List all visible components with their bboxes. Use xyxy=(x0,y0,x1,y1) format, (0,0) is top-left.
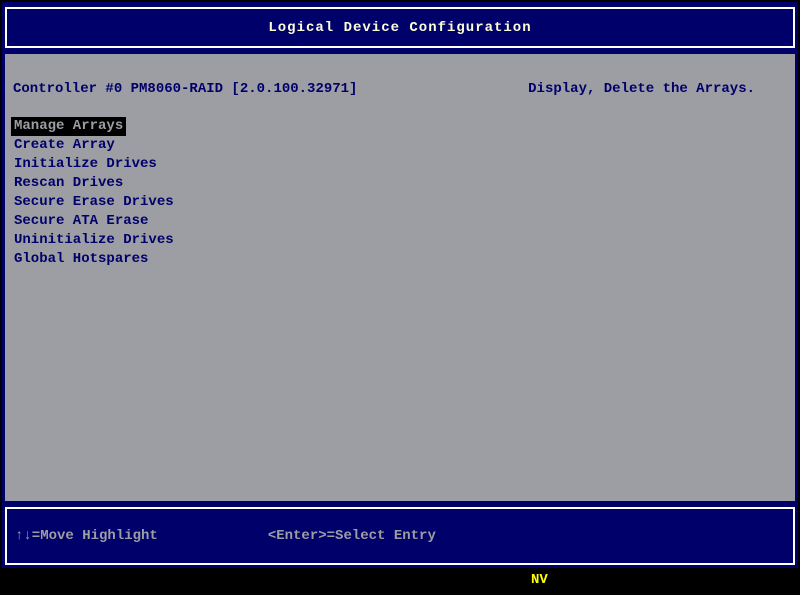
menu-item-secure-ata-erase[interactable]: Secure ATA Erase xyxy=(11,212,151,231)
menu-item-global-hotspares[interactable]: Global Hotspares xyxy=(11,250,151,269)
move-highlight-hint: ↑↓=Move Highlight xyxy=(15,528,158,544)
menu-item-uninitialize-drives[interactable]: Uninitialize Drives xyxy=(11,231,177,250)
page-title: Logical Device Configuration xyxy=(268,19,532,36)
main-panel: Controller #0 PM8060-RAID [2.0.100.32971… xyxy=(5,54,795,501)
help-bar: ↑↓=Move Highlight <Enter>=Select Entry xyxy=(5,507,795,565)
menu-item-initialize-drives[interactable]: Initialize Drives xyxy=(11,155,160,174)
menu-list: Manage Arrays Create Array Initialize Driv… xyxy=(5,117,177,269)
select-entry-hint: <Enter>=Select Entry xyxy=(267,528,436,544)
menu-item-rescan-drives[interactable]: Rescan Drives xyxy=(11,174,126,193)
menu-item-create-array[interactable]: Create Array xyxy=(11,136,118,155)
context-help-text: Display, Delete the Arrays. xyxy=(528,81,755,97)
nv-status-label: NV xyxy=(531,572,548,588)
info-row: Controller #0 PM8060-RAID [2.0.100.32971… xyxy=(5,54,795,99)
controller-info: Controller #0 PM8060-RAID [2.0.100.32971… xyxy=(13,81,358,97)
bios-screen: Logical Device Configuration Controller … xyxy=(2,2,798,593)
status-strip: NV xyxy=(2,568,798,593)
menu-item-manage-arrays[interactable]: Manage Arrays xyxy=(11,117,127,136)
title-bar: Logical Device Configuration xyxy=(5,7,795,48)
menu-item-secure-erase-drives[interactable]: Secure Erase Drives xyxy=(11,193,177,212)
